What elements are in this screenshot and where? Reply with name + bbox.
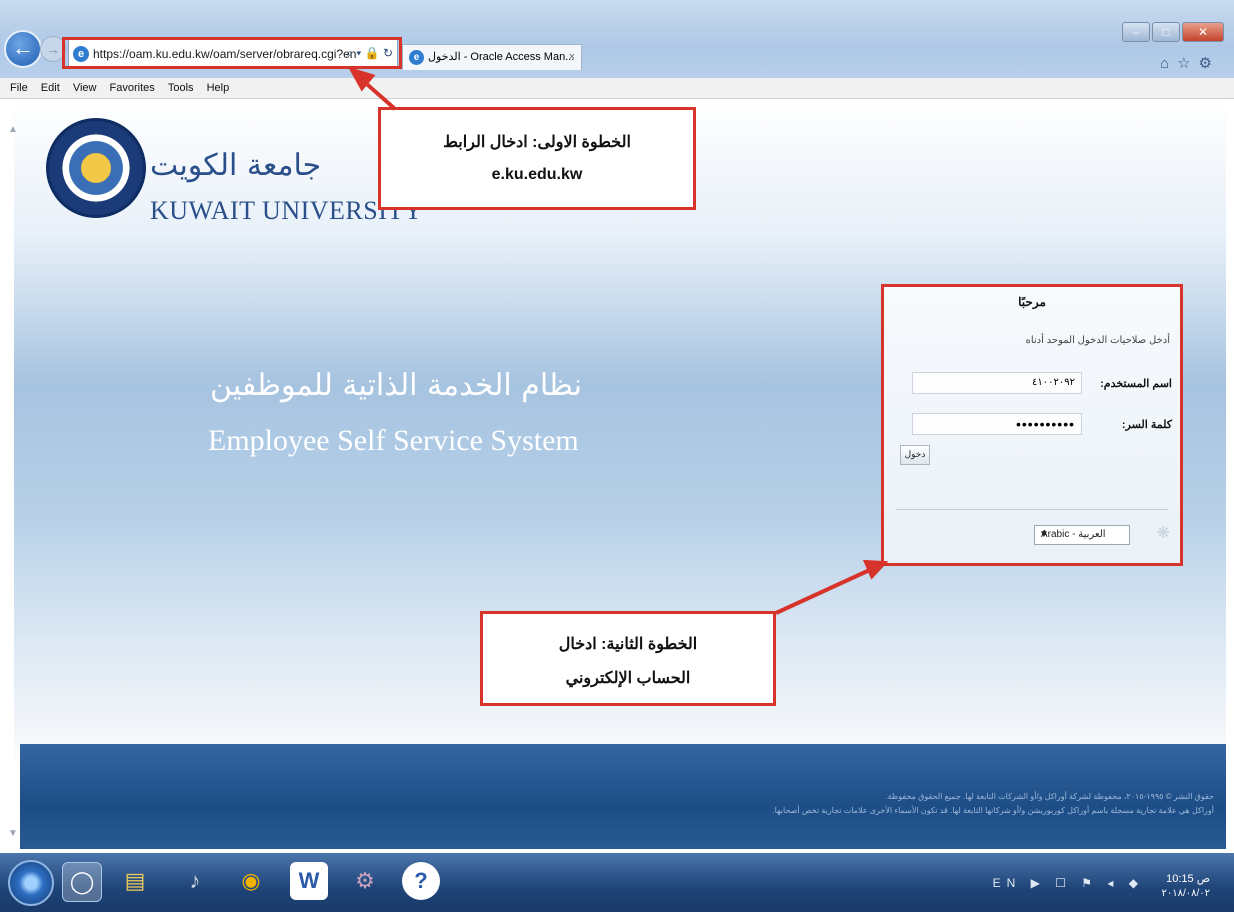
menu-view[interactable]: View [73, 78, 97, 98]
ie-tab-icon: e [409, 50, 424, 65]
menu-edit[interactable]: Edit [41, 78, 60, 98]
step2-annotation: الخطوة الثانية: ادخال الحساب الإلكتروني [480, 611, 776, 706]
step1-text-line2: e.ku.edu.kw [491, 166, 583, 183]
browser-tab[interactable]: e الدخول - Oracle Access Man... × [402, 44, 582, 70]
word-icon[interactable]: W [290, 862, 328, 900]
university-name-arabic: جامعة الكويت [150, 148, 322, 183]
globe-icon: ❋ [1156, 525, 1170, 542]
start-orb-icon[interactable] [8, 860, 54, 906]
step1-text-line1: الخطوة الاولى: ادخال الرابط [443, 134, 631, 151]
welcome-title: مرحبًا [1018, 295, 1046, 309]
panel-divider [896, 509, 1168, 510]
close-button[interactable]: ✕ [1182, 22, 1224, 42]
chevron-down-icon: ▼ [1039, 529, 1049, 540]
media-player-icon[interactable]: ♪ [176, 862, 214, 900]
tab-title: الدخول - Oracle Access Man... [428, 51, 575, 63]
step1-annotation: الخطوة الاولى: ادخال الرابط e.ku.edu.kw [378, 107, 696, 210]
scroll-up-arrow-icon[interactable]: ▲ [8, 124, 18, 135]
username-field[interactable]: ٤١٠٠٢٠٩٢ [912, 372, 1082, 394]
password-label: كلمة السر: [1121, 419, 1172, 431]
menu-favorites[interactable]: Favorites [110, 78, 155, 98]
login-instructions: أدخل صلاحيات الدخول الموحد أدناه [1025, 335, 1170, 346]
language-selected-value: Arabic - العربية [1041, 529, 1106, 540]
file-explorer-icon[interactable]: ▤ [116, 862, 154, 900]
password-field[interactable]: •••••••••• [912, 413, 1082, 435]
language-indicator[interactable]: EN [993, 876, 1022, 890]
window-controls: – □ ✕ [1120, 22, 1224, 42]
system-title-arabic: نظام الخدمة الذاتية للموظفين [210, 368, 582, 403]
maximize-button[interactable]: □ [1152, 22, 1180, 42]
clock-time[interactable]: 10:15 ص [1166, 872, 1210, 885]
language-select[interactable]: Arabic - العربية ▼ [1034, 525, 1130, 545]
login-panel: مرحبًا أدخل صلاحيات الدخول الموحد أدناه … [881, 284, 1183, 566]
university-seal-logo [46, 118, 146, 218]
home-favorites-settings-icons[interactable]: ⌂☆⚙ [1160, 54, 1220, 72]
tab-close-icon[interactable]: × [569, 45, 575, 69]
menu-help[interactable]: Help [207, 78, 230, 98]
clock-date[interactable]: ٢٠١٨/٠٨/٠٢ [1161, 888, 1210, 899]
system-tray[interactable]: EN ▶ ☐ ⚑ ◂ ◆ [993, 876, 1144, 890]
chrome-icon[interactable]: ◉ [232, 862, 270, 900]
footer-trademark: أوراكل هي علامة تجارية مسجلة باسم أوراكل… [772, 806, 1214, 815]
footer-copyright: حقوق النشر © ١٩٩٥-٢٠١٥، محفوظة لشركة أور… [885, 792, 1214, 801]
tool-icon[interactable]: ⚙ [346, 862, 384, 900]
username-label: اسم المستخدم: [1100, 378, 1172, 390]
minimize-button[interactable]: – [1122, 22, 1150, 42]
system-title-english: Employee Self Service System [208, 424, 579, 457]
menu-tools[interactable]: Tools [168, 78, 194, 98]
menu-file[interactable]: File [10, 78, 28, 98]
back-arrow-icon[interactable]: ← [4, 30, 42, 68]
step2-text-line2: الحساب الإلكتروني [565, 670, 691, 687]
internet-explorer-icon[interactable]: ◯ [62, 862, 102, 902]
help-icon[interactable]: ? [402, 862, 440, 900]
step2-text-line1: الخطوة الثانية: ادخال [558, 636, 698, 653]
scroll-down-arrow-icon[interactable]: ▼ [8, 828, 18, 839]
url-highlight-box [62, 37, 402, 69]
menu-bar: File Edit View Favorites Tools Help [0, 78, 1234, 99]
login-button[interactable]: دخول [900, 445, 930, 465]
tray-icons[interactable]: ▶ ☐ ⚑ ◂ ◆ [1031, 876, 1144, 890]
